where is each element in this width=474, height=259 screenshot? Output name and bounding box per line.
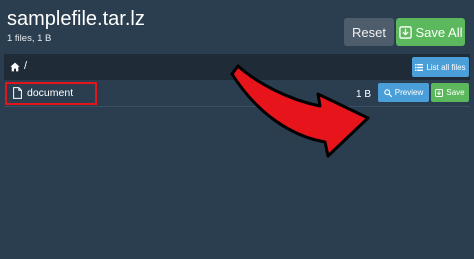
save-label: Save xyxy=(446,88,465,97)
home-icon[interactable] xyxy=(10,62,20,72)
archive-summary: 1 files, 1 B xyxy=(7,33,52,44)
archive-title: samplefile.tar.lz xyxy=(7,8,145,30)
curved-arrow-icon xyxy=(230,64,370,158)
list-icon xyxy=(415,63,424,71)
list-all-files-button[interactable]: List all files xyxy=(412,57,469,77)
save-all-label: Save All xyxy=(415,24,463,40)
preview-label: Preview xyxy=(394,88,424,97)
header: samplefile.tar.lz 1 files, 1 B Reset Sav… xyxy=(0,0,474,52)
download-box-icon xyxy=(398,25,412,39)
annotation-highlight-box xyxy=(5,82,97,105)
search-icon xyxy=(384,88,392,97)
download-box-icon xyxy=(435,88,444,97)
preview-button[interactable]: Preview xyxy=(378,83,429,102)
save-button[interactable]: Save xyxy=(431,83,469,102)
save-all-button[interactable]: Save All xyxy=(396,18,465,46)
reset-button[interactable]: Reset xyxy=(344,18,394,46)
list-all-files-label: List all files xyxy=(426,62,466,72)
path-separator: / xyxy=(24,60,28,72)
